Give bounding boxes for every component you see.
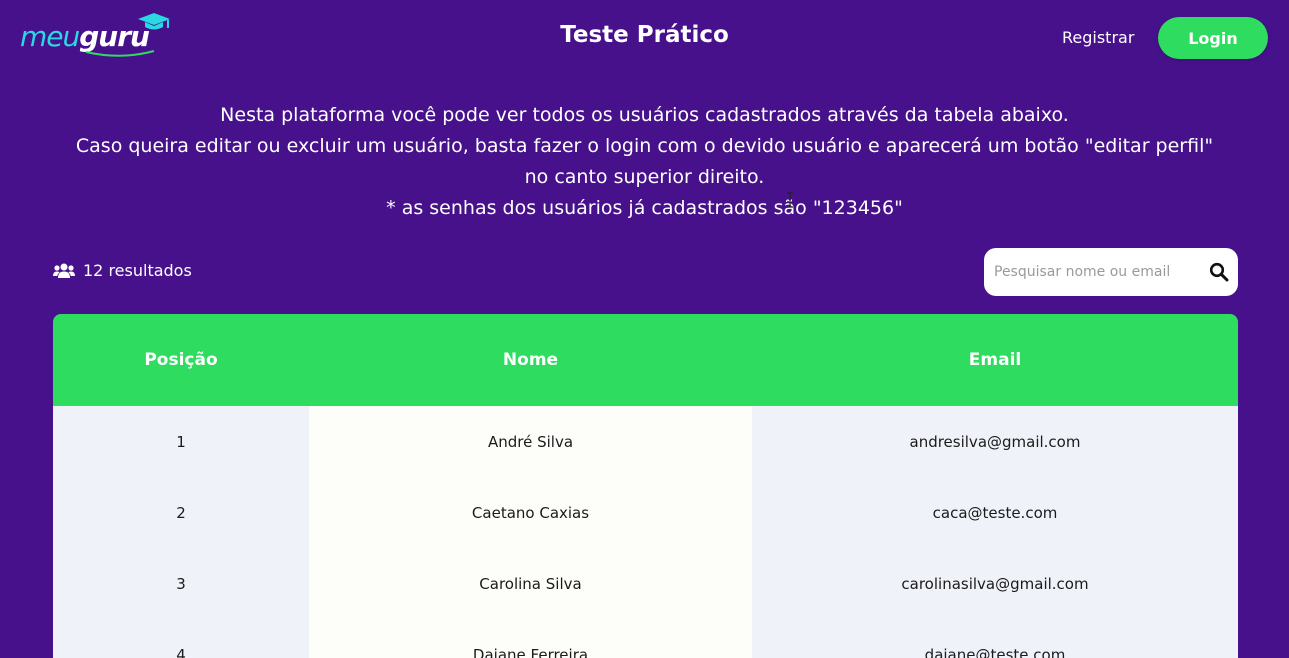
intro-line: * as senhas dos usuários já cadastrados … [386,197,903,219]
table-header: Posição Nome Email [53,314,1238,406]
logo-swoosh [85,50,155,57]
users-icon [53,263,75,278]
intro-text: Nesta plataforma você pode ver todos os … [0,100,1289,224]
table-row[interactable]: 2 Caetano Caxias caca@teste.com [53,477,1238,549]
cell-name: Caetano Caxias [309,477,752,548]
intro-line: Nesta plataforma você pode ver todos os … [220,104,1069,126]
column-header-name[interactable]: Nome [309,314,752,406]
intro-line: Caso queira editar ou excluir um usuário… [75,135,1214,157]
search-box [984,248,1238,296]
results-count: 12 resultados [53,261,192,280]
register-link[interactable]: Registrar [1062,28,1134,47]
cell-email: caca@teste.com [752,477,1238,548]
cell-position: 1 [53,406,309,477]
text-cursor-icon [787,192,793,208]
cell-name: André Silva [309,406,752,477]
intro-line: no canto superior direito. [524,166,765,188]
table-row[interactable]: 4 Daiane Ferreira daiane@teste.com [53,619,1238,658]
cell-email: andresilva@gmail.com [752,406,1238,477]
column-header-email[interactable]: Email [752,314,1238,406]
table-row[interactable]: 3 Carolina Silva carolinasilva@gmail.com [53,548,1238,620]
cell-name: Carolina Silva [309,548,752,619]
cell-email: daiane@teste.com [752,619,1238,658]
search-icon[interactable] [1209,262,1229,282]
cell-position: 2 [53,477,309,548]
cell-name: Daiane Ferreira [309,619,752,658]
header: meuguru Teste Prático Registrar Login [0,0,1289,80]
table-row[interactable]: 1 André Silva andresilva@gmail.com [53,406,1238,478]
cell-position: 4 [53,619,309,658]
column-header-position[interactable]: Posição [53,314,309,406]
login-button[interactable]: Login [1158,17,1268,59]
search-input[interactable] [994,259,1190,285]
results-count-label: 12 resultados [83,261,192,280]
cell-position: 3 [53,548,309,619]
cell-email: carolinasilva@gmail.com [752,548,1238,619]
